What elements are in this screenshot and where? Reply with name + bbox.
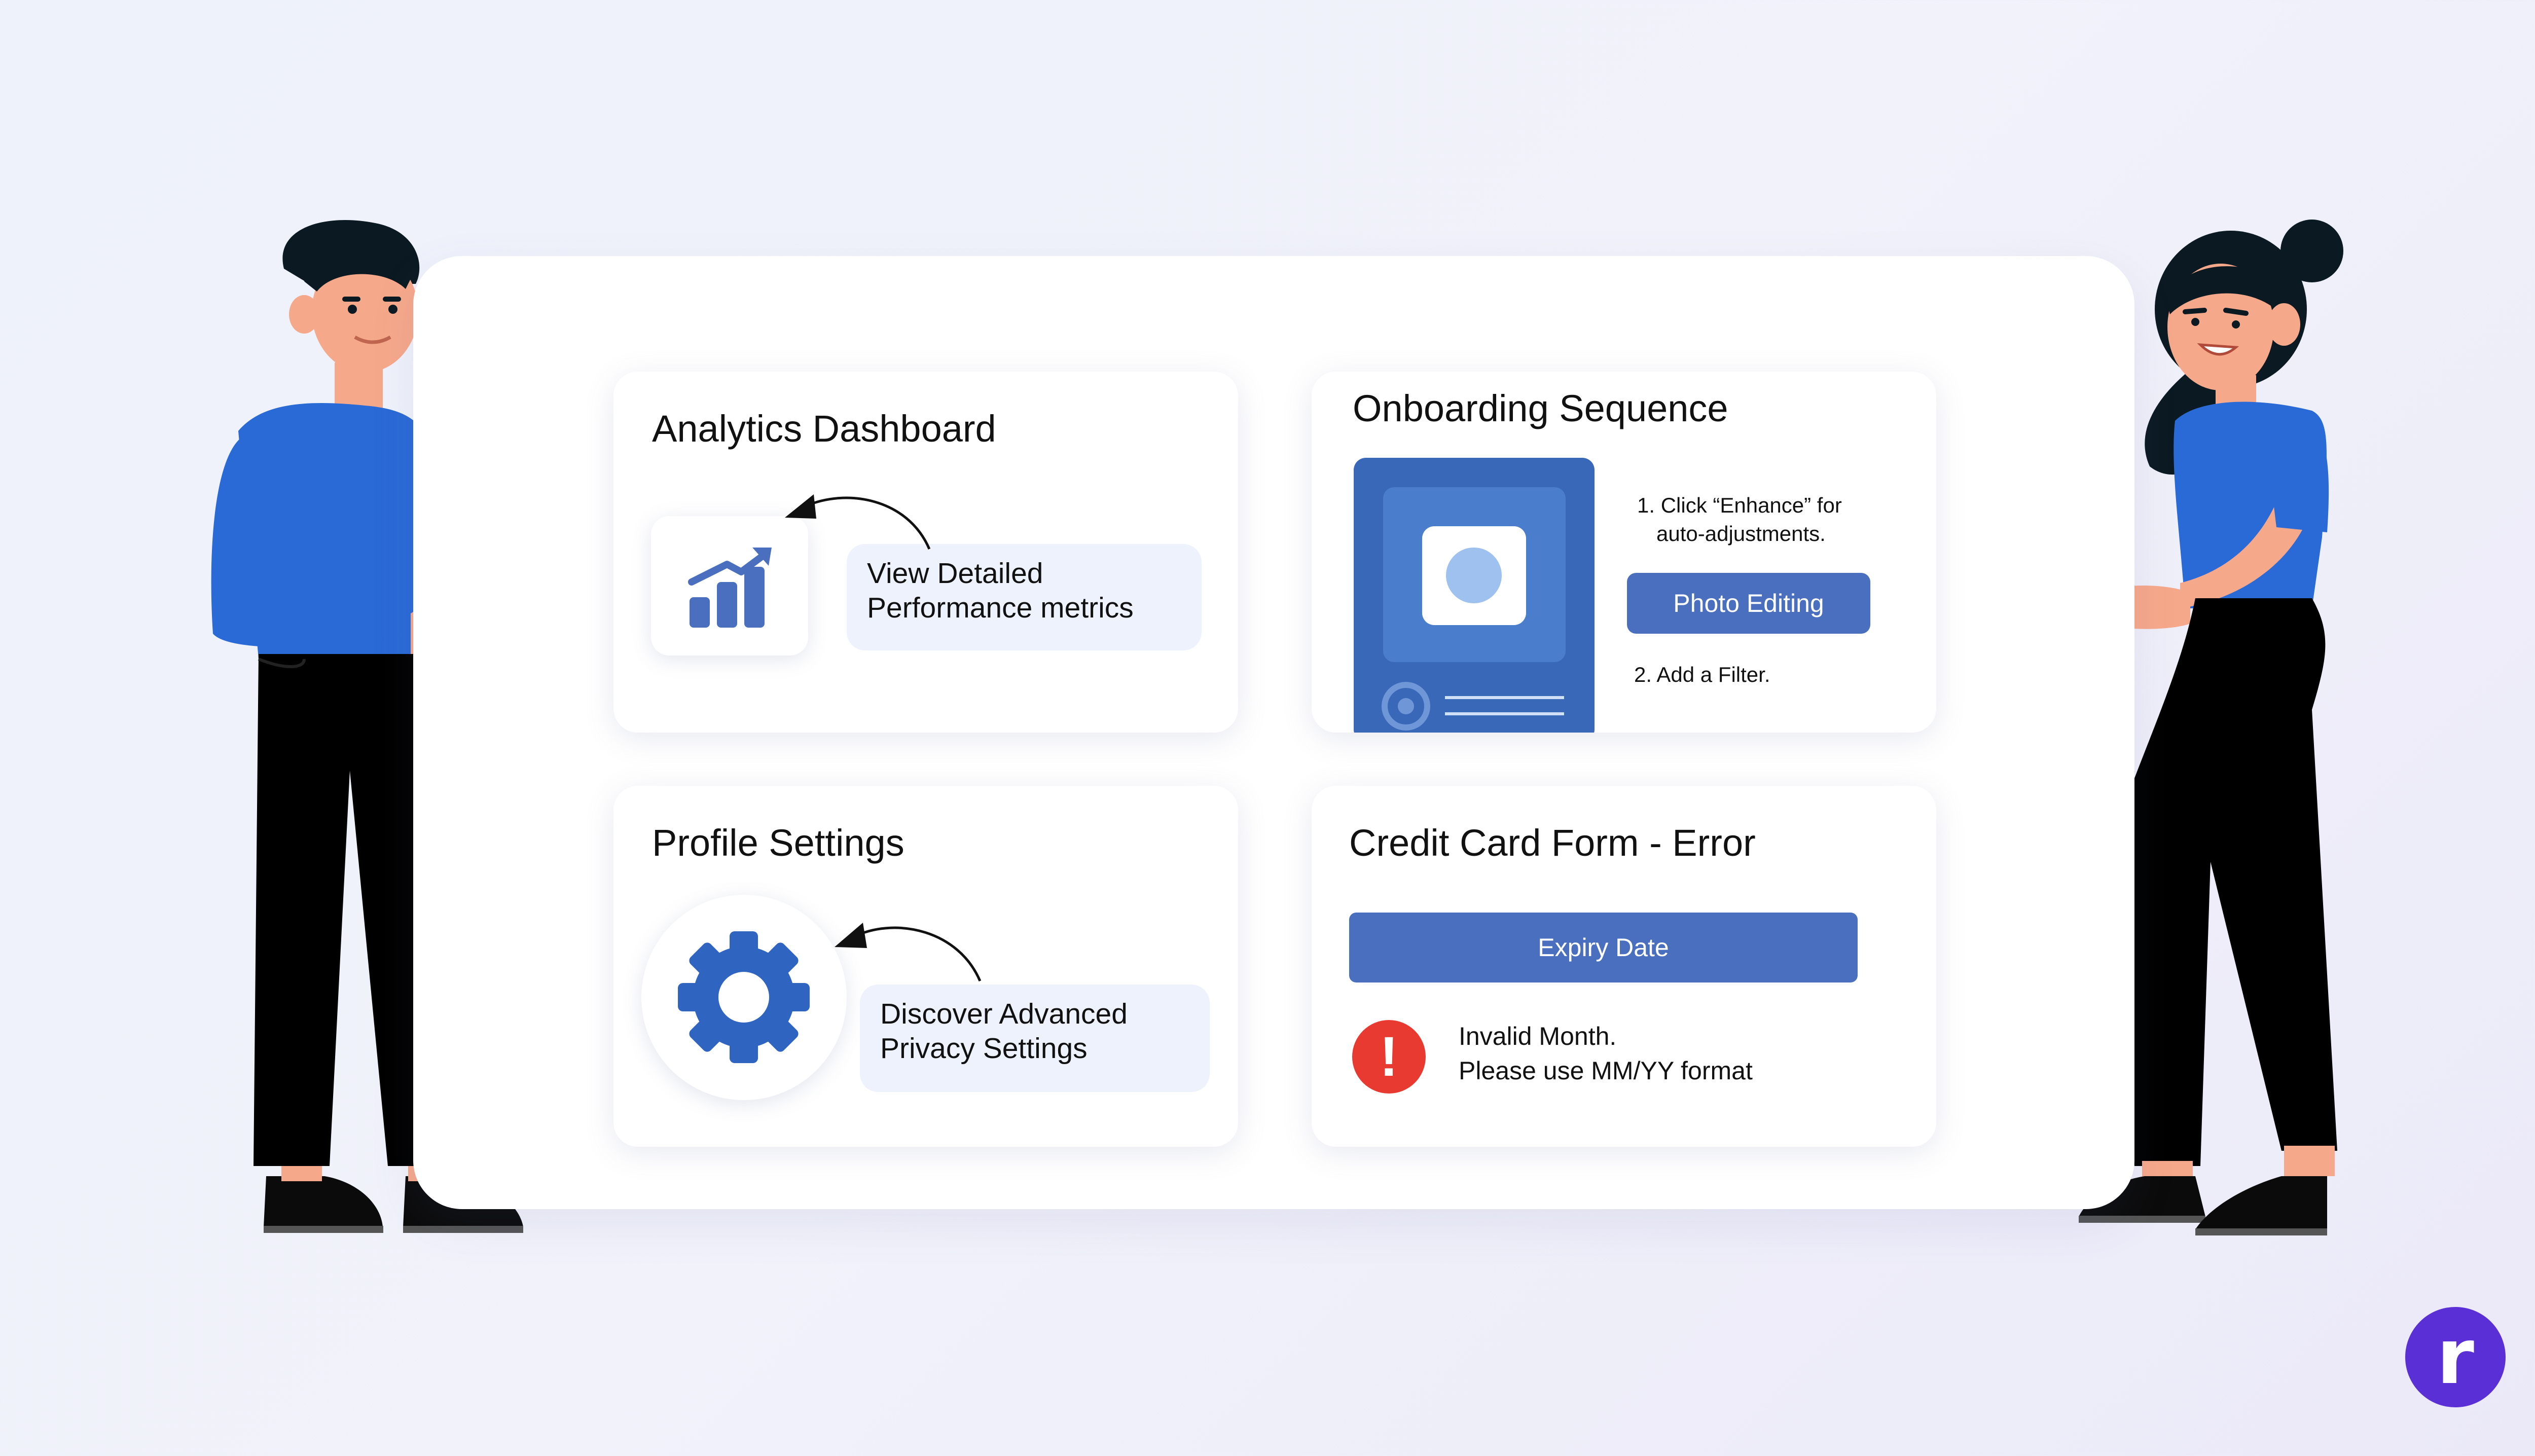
curved-arrow bbox=[835, 923, 982, 981]
analytics-dashboard-card: Analytics Dashboard View Detailed Perfor… bbox=[613, 372, 1238, 733]
phone-mockup-icon bbox=[1354, 458, 1595, 733]
card-title: Credit Card Form - Error bbox=[1349, 822, 1756, 864]
profile-settings-card: Profile Settings Discover Advanced Priva… bbox=[613, 786, 1238, 1147]
curved-arrow bbox=[785, 494, 931, 550]
expiry-date-field[interactable]: Expiry Date bbox=[1349, 913, 1858, 982]
onboarding-sequence-card: Onboarding Sequence 1. Click “Enhance” f… bbox=[1312, 372, 1936, 733]
photo-editing-button[interactable]: Photo Editing bbox=[1627, 573, 1870, 634]
credit-card-error-card: Credit Card Form - Error Expiry Date ! I… bbox=[1312, 786, 1936, 1147]
callout-line: Discover Advanced bbox=[880, 998, 1128, 1030]
card-title: Profile Settings bbox=[652, 822, 904, 864]
callout-line: Performance metrics bbox=[867, 592, 1134, 624]
error-message-line-2: Please use MM/YY format bbox=[1459, 1057, 1753, 1085]
onboarding-step-2: 2. Add a Filter. bbox=[1634, 663, 1770, 686]
image-icon bbox=[1446, 548, 1502, 603]
onboarding-step-1-cont: auto-adjustments. bbox=[1656, 522, 1826, 545]
callout-line: Privacy Settings bbox=[880, 1032, 1088, 1065]
card-title: Onboarding Sequence bbox=[1353, 387, 1728, 429]
card-title: Analytics Dashboard bbox=[652, 408, 996, 450]
error-icon: ! bbox=[1352, 1020, 1426, 1094]
privacy-settings-callout[interactable]: Discover Advanced Privacy Settings bbox=[860, 985, 1210, 1092]
brand-logo[interactable]: r bbox=[2405, 1307, 2506, 1407]
error-message-line-1: Invalid Month. bbox=[1459, 1022, 1617, 1050]
onboarding-step-1: 1. Click “Enhance” for bbox=[1637, 493, 1842, 517]
